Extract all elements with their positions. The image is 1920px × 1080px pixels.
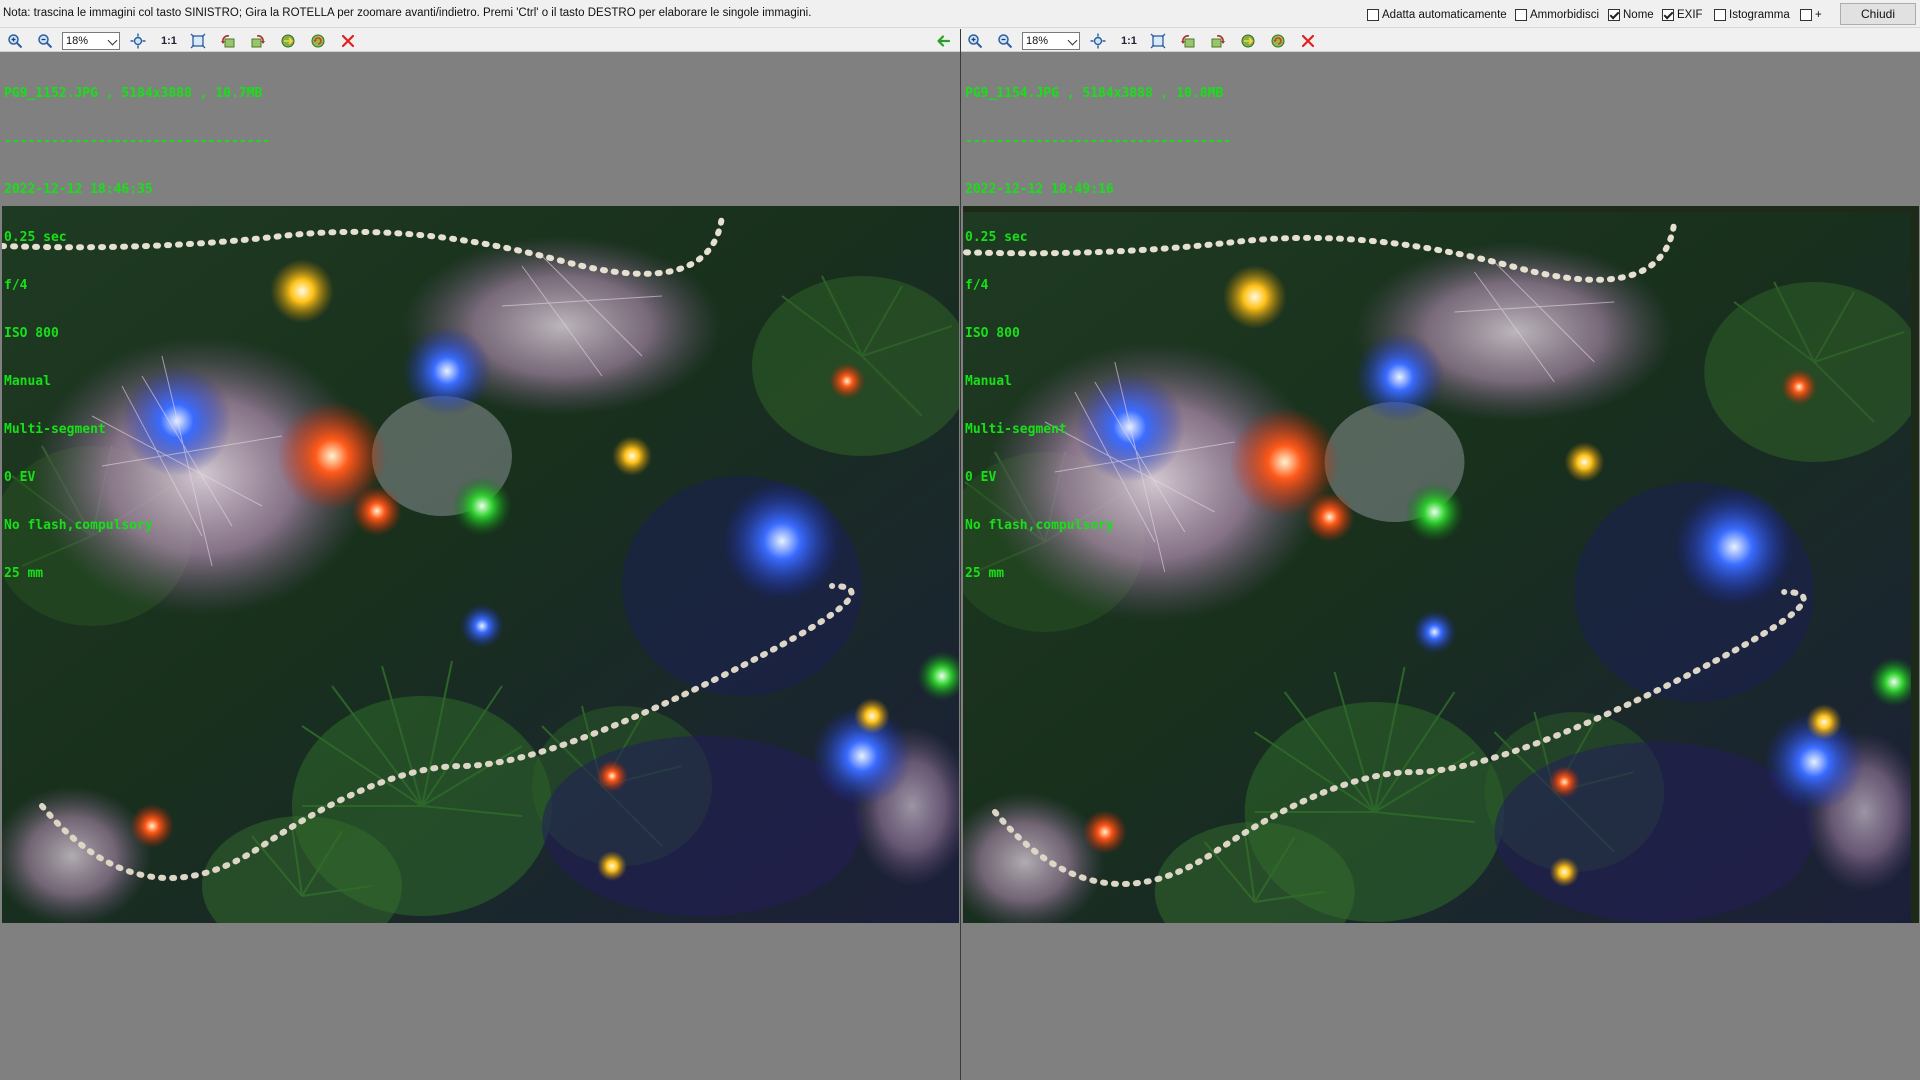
exif-metering: Multi-segment bbox=[965, 422, 1067, 437]
chevron-down-icon bbox=[1067, 35, 1078, 46]
option-label: + bbox=[1815, 9, 1822, 21]
option-plus[interactable]: + bbox=[1800, 7, 1822, 23]
exif-datetime: 2022-12-12 18:49:16 bbox=[965, 182, 1114, 197]
left-toolbar: 18% 1:1 bbox=[0, 29, 960, 52]
exif-exposure: 0.25 sec bbox=[4, 230, 67, 245]
close-x-icon[interactable] bbox=[1300, 33, 1316, 49]
exif-focal: 25 mm bbox=[965, 566, 1005, 581]
zoom-select[interactable]: 18% bbox=[1022, 32, 1080, 50]
refresh-icon[interactable] bbox=[310, 33, 326, 49]
one-to-one-button[interactable]: 1:1 bbox=[161, 33, 177, 49]
exif-exposure: 0.25 sec bbox=[965, 230, 1028, 245]
exif-ev: 0 EV bbox=[4, 470, 36, 485]
option-label: Ammorbidisci bbox=[1530, 9, 1600, 21]
fit-icon[interactable] bbox=[1090, 33, 1106, 49]
fit-icon[interactable] bbox=[130, 33, 146, 49]
instruction-note: Nota: trascina le immagini col tasto SIN… bbox=[3, 7, 812, 19]
right-exif-overlay: PG9_1154.JPG , 5184x3888 , 10.8MB ------… bbox=[965, 54, 1231, 614]
exif-mode: Manual bbox=[965, 374, 1012, 389]
rotate-left-icon[interactable] bbox=[1180, 33, 1196, 49]
close-x-icon[interactable] bbox=[340, 33, 356, 49]
zoom-value: 18% bbox=[1026, 35, 1049, 47]
zoom-out-icon[interactable] bbox=[997, 33, 1013, 49]
exif-flash: No flash,compulsory bbox=[965, 518, 1114, 533]
exif-aperture: f/4 bbox=[4, 278, 28, 293]
flip-icon[interactable] bbox=[280, 33, 296, 49]
exif-datetime: 2022-12-12 18:46:35 bbox=[4, 182, 153, 197]
right-image-panel[interactable]: 18% 1:1 PG9_1154.JPG , 5184x3888 , 10.8M… bbox=[961, 29, 1920, 1080]
zoom-select[interactable]: 18% bbox=[62, 32, 120, 50]
top-note-bar: Nota: trascina le immagini col tasto SIN… bbox=[0, 0, 1920, 28]
left-image-panel[interactable]: 18% 1:1 PG9_1152.JPG , 5184x3888 , 10.7M… bbox=[0, 29, 960, 1080]
one-to-one-button[interactable]: 1:1 bbox=[1121, 33, 1137, 49]
refresh-icon[interactable] bbox=[1270, 33, 1286, 49]
left-exif-overlay: PG9_1152.JPG , 5184x3888 , 10.7MB ------… bbox=[4, 54, 270, 614]
checkbox-adatta-automaticamente[interactable] bbox=[1367, 9, 1379, 21]
rotate-right-icon[interactable] bbox=[250, 33, 266, 49]
fit-window-icon[interactable] bbox=[190, 33, 206, 49]
exif-mode: Manual bbox=[4, 374, 51, 389]
rotate-left-icon[interactable] bbox=[220, 33, 236, 49]
exif-flash: No flash,compulsory bbox=[4, 518, 153, 533]
exif-iso: ISO 800 bbox=[4, 326, 59, 341]
option-label: Adatta automaticamente bbox=[1382, 9, 1507, 21]
chevron-down-icon bbox=[107, 35, 118, 46]
exif-focal: 25 mm bbox=[4, 566, 44, 581]
checkbox-ammorbidisci[interactable] bbox=[1515, 9, 1527, 21]
zoom-out-icon[interactable] bbox=[37, 33, 53, 49]
option-nome[interactable]: Nome bbox=[1608, 7, 1654, 23]
exif-filename: PG9_1152.JPG , 5184x3888 , 10.7MB bbox=[4, 86, 263, 101]
flip-icon[interactable] bbox=[1240, 33, 1256, 49]
exif-ev: 0 EV bbox=[965, 470, 997, 485]
checkbox-plus[interactable] bbox=[1800, 9, 1812, 21]
exif-iso: ISO 800 bbox=[965, 326, 1020, 341]
option-label: Nome bbox=[1623, 9, 1654, 21]
exif-aperture: f/4 bbox=[965, 278, 989, 293]
right-toolbar: 18% 1:1 bbox=[961, 29, 1920, 52]
exif-metering: Multi-segment bbox=[4, 422, 106, 437]
checkbox-exif[interactable] bbox=[1662, 9, 1674, 21]
option-exif[interactable]: EXIF bbox=[1662, 7, 1703, 23]
option-label: EXIF bbox=[1677, 9, 1703, 21]
zoom-in-icon[interactable] bbox=[967, 33, 983, 49]
option-label: Istogramma bbox=[1729, 9, 1790, 21]
checkbox-nome[interactable] bbox=[1608, 9, 1620, 21]
back-arrow-icon[interactable] bbox=[935, 33, 951, 49]
zoom-in-icon[interactable] bbox=[7, 33, 23, 49]
close-button[interactable]: Chiudi bbox=[1840, 3, 1916, 25]
fit-window-icon[interactable] bbox=[1150, 33, 1166, 49]
option-istogramma[interactable]: Istogramma bbox=[1714, 7, 1790, 23]
rotate-right-icon[interactable] bbox=[1210, 33, 1226, 49]
checkbox-istogramma[interactable] bbox=[1714, 9, 1726, 21]
exif-separator: ---------------------------------- bbox=[4, 134, 271, 149]
exif-filename: PG9_1154.JPG , 5184x3888 , 10.8MB bbox=[965, 86, 1224, 101]
exif-separator: ---------------------------------- bbox=[965, 134, 1232, 149]
option-ammorbidisci[interactable]: Ammorbidisci bbox=[1515, 7, 1599, 23]
option-adatta-automaticamente[interactable]: Adatta automaticamente bbox=[1367, 7, 1507, 23]
zoom-value: 18% bbox=[66, 35, 89, 47]
